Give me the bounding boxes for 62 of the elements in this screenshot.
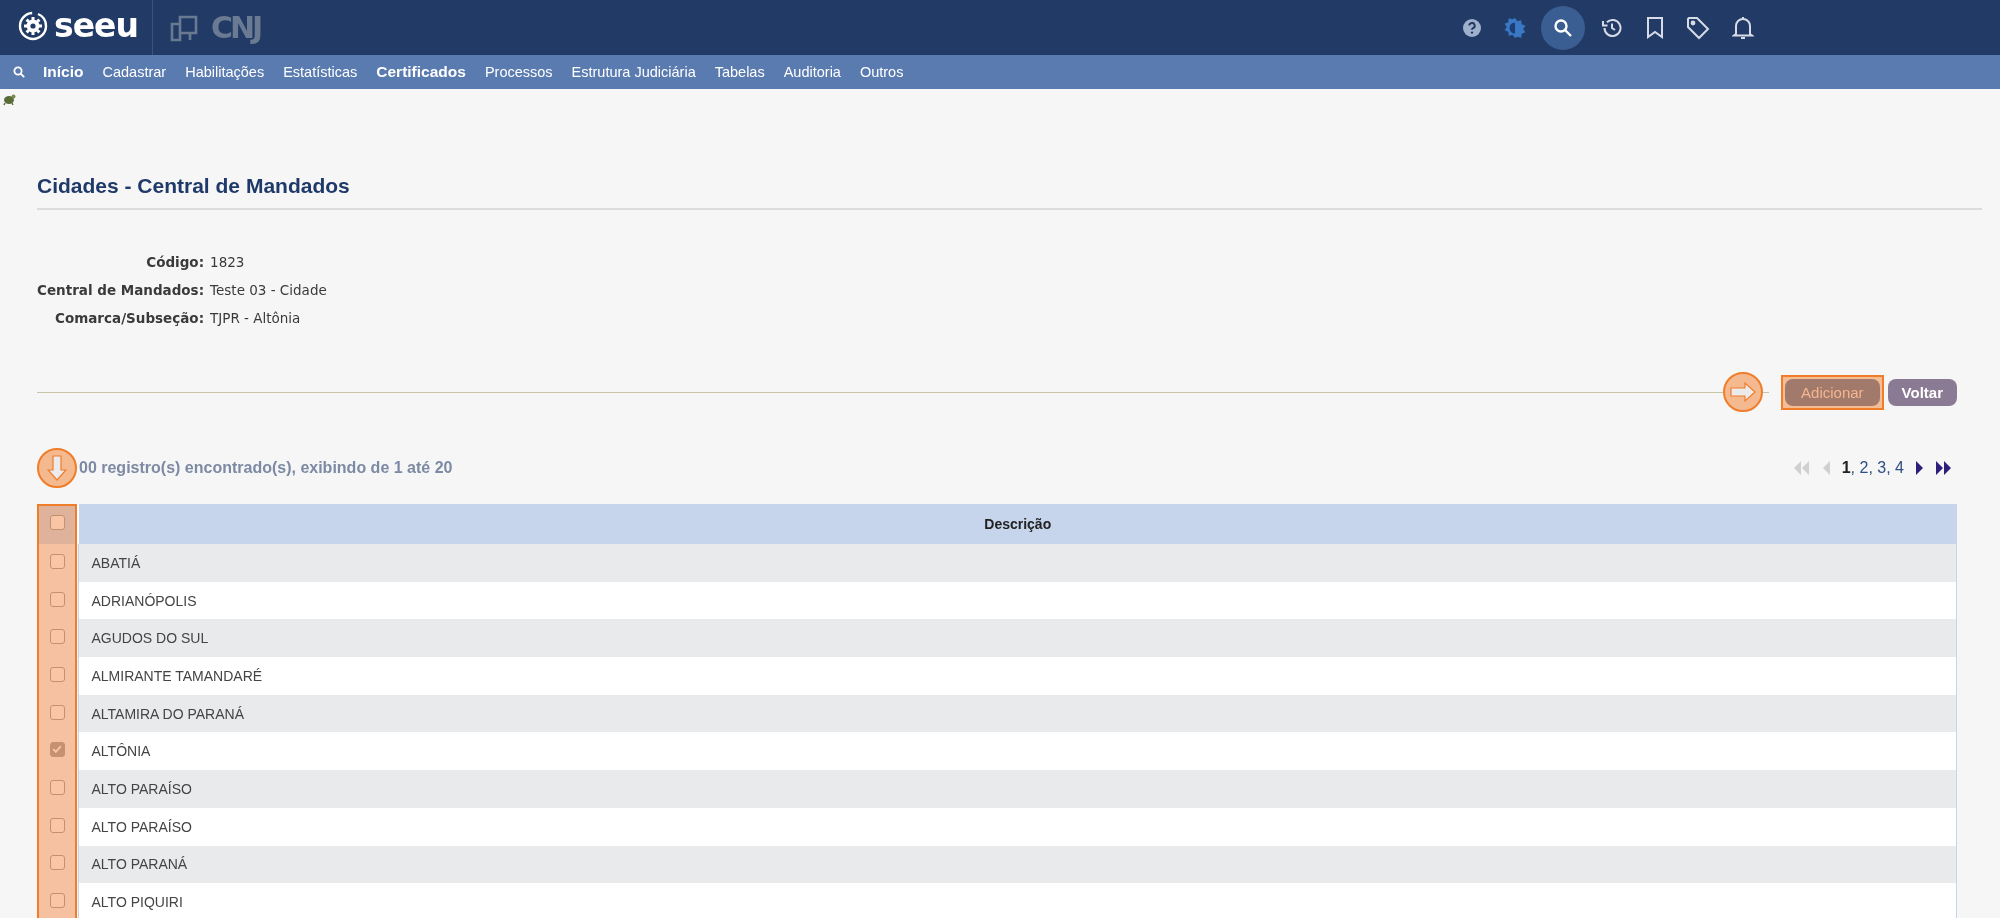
cnj-logo: CNJ xyxy=(210,12,261,43)
field-label: Comarca/Subseção: xyxy=(54,310,205,326)
menu-item[interactable]: Cadastrar xyxy=(102,64,167,80)
checkbox[interactable] xyxy=(49,591,65,607)
field-value: TJPR - Altônia xyxy=(210,310,302,326)
checkbox[interactable] xyxy=(49,855,65,871)
back-button[interactable]: Voltar xyxy=(1887,378,1957,406)
checkbox[interactable] xyxy=(49,893,65,909)
checkbox[interactable] xyxy=(49,704,65,720)
checkbox[interactable] xyxy=(49,779,65,795)
checkbox[interactable] xyxy=(49,666,65,682)
building-logo-icon xyxy=(168,13,199,42)
table-cell: ADRIANÓPOLIS xyxy=(78,581,1957,620)
field-value: 1823 xyxy=(210,254,246,270)
menu-item[interactable]: Auditoria xyxy=(783,64,841,80)
page-title: Cidades - Central de Mandados xyxy=(37,89,1982,210)
table-cell: ALTÔNIA xyxy=(78,732,1957,771)
menu-item[interactable]: Certificados xyxy=(376,63,466,81)
page-numbers: 1, 2, 3, 4 xyxy=(1841,459,1904,477)
page-link[interactable]: 3 xyxy=(1877,459,1887,476)
menu-item[interactable]: Habilitações xyxy=(185,64,265,80)
field-label: Central de Mandados: xyxy=(37,282,205,298)
menu-item[interactable]: Processos xyxy=(484,64,553,80)
table-cell: ABATIÁ xyxy=(78,544,1957,582)
menu-item[interactable]: Outros xyxy=(859,64,904,80)
checkbox[interactable] xyxy=(49,817,65,833)
turtle-icon xyxy=(2,92,16,106)
field-value: Teste 03 - Cidade xyxy=(210,282,327,298)
bookmark-icon[interactable] xyxy=(1646,16,1664,39)
add-button[interactable]: Adicionar xyxy=(1785,378,1880,406)
table-cell: ALMIRANTE TAMANDARÉ xyxy=(78,657,1957,695)
checkbox[interactable] xyxy=(49,515,65,530)
gear-logo-icon xyxy=(18,10,48,41)
table-cell: AGUDOS DO SUL xyxy=(78,619,1957,658)
page-link[interactable]: 4 xyxy=(1895,459,1904,476)
table-cell: ALTO PIQUIRI xyxy=(78,883,1957,918)
brightness-icon[interactable] xyxy=(1504,16,1526,39)
seeu-logo: seeu xyxy=(54,9,138,42)
checkbox[interactable] xyxy=(49,629,65,645)
tag-icon[interactable] xyxy=(1686,15,1710,40)
bell-icon[interactable] xyxy=(1732,15,1754,40)
menu-item[interactable]: Estatísticas xyxy=(283,64,358,80)
last-page-icon[interactable] xyxy=(1935,460,1953,476)
menu-item[interactable]: Início xyxy=(43,63,84,81)
search-icon xyxy=(1553,17,1573,38)
table-cell: ALTO PARAÍSO xyxy=(78,770,1957,808)
help-icon[interactable] xyxy=(1462,17,1482,38)
menu-item[interactable]: Tabelas xyxy=(714,64,765,80)
table-cell: ALTO PARAÍSO xyxy=(78,807,1957,846)
checkbox[interactable] xyxy=(49,742,65,758)
next-page-icon[interactable] xyxy=(1915,460,1924,476)
column-header[interactable]: Descrição xyxy=(78,504,1957,544)
page-link[interactable]: 2 xyxy=(1859,459,1869,476)
checkbox[interactable] xyxy=(49,553,65,569)
field-label: Código: xyxy=(145,254,205,270)
table-cell: ALTAMIRA DO PARANÁ xyxy=(78,694,1957,733)
results-summary: 00 registro(s) encontrado(s), exibindo de 1 até 20 xyxy=(79,459,453,477)
table-cell: ALTO PARANÁ xyxy=(78,845,1957,884)
search-button[interactable] xyxy=(1541,5,1585,50)
search-icon[interactable] xyxy=(13,66,25,78)
page-link[interactable]: 1 xyxy=(1841,459,1851,476)
menu-item[interactable]: Estrutura Judiciária xyxy=(571,64,696,80)
